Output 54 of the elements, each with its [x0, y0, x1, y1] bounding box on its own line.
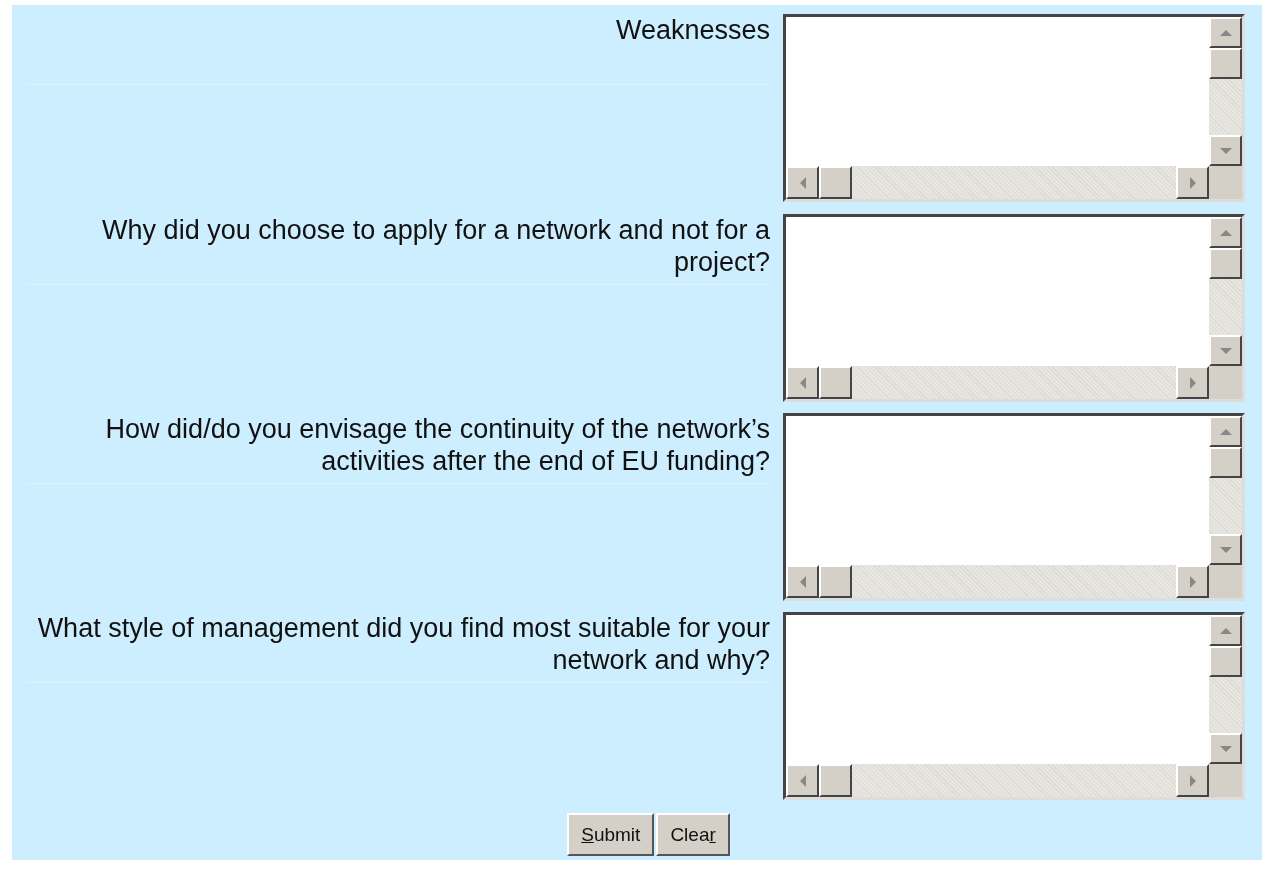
- scroll-thumb[interactable]: [1209, 646, 1242, 677]
- form-button[interactable]: Submit: [567, 813, 655, 856]
- scroll-right-button[interactable]: [1176, 764, 1209, 797]
- right-triangle-icon: [1188, 574, 1197, 589]
- scroll-down-button[interactable]: [1209, 135, 1242, 166]
- form-button[interactable]: Clear: [656, 813, 730, 856]
- scroll-left-button[interactable]: [786, 764, 819, 797]
- question-label: Why did you choose to apply for a network and not for a project?: [101, 214, 770, 278]
- scrollbar-corner: [1209, 764, 1242, 797]
- scrollbar-corner: [1209, 366, 1242, 399]
- text-area-field[interactable]: [783, 413, 1245, 601]
- scroll-down-button[interactable]: [1209, 733, 1242, 764]
- scroll-down-button[interactable]: [1209, 534, 1242, 565]
- question-label: How did/do you envisage the continuity of the network’s activities after the end of EU funding?: [104, 413, 770, 477]
- scroll-down-button[interactable]: [1209, 335, 1242, 366]
- left-triangle-icon: [798, 175, 807, 190]
- down-triangle-icon: [1218, 545, 1233, 554]
- scroll-thumb[interactable]: [1209, 447, 1242, 478]
- scroll-up-button[interactable]: [1209, 615, 1242, 646]
- right-triangle-icon: [1188, 175, 1197, 190]
- question-label: What style of management did you find most suitable for your network and why?: [36, 612, 770, 676]
- scrollbar-corner: [1209, 166, 1242, 199]
- scroll-right-button[interactable]: [1176, 565, 1209, 598]
- scroll-right-button[interactable]: [1176, 366, 1209, 399]
- scroll-up-button[interactable]: [1209, 217, 1242, 248]
- left-triangle-icon: [798, 375, 807, 390]
- left-triangle-icon: [798, 773, 807, 788]
- up-triangle-icon: [1218, 228, 1233, 237]
- scroll-right-button[interactable]: [1176, 166, 1209, 199]
- down-triangle-icon: [1218, 346, 1233, 355]
- scroll-left-button[interactable]: [786, 366, 819, 399]
- scroll-left-button[interactable]: [786, 166, 819, 199]
- text-area-field[interactable]: [783, 612, 1245, 800]
- scroll-thumb[interactable]: [819, 764, 852, 797]
- left-triangle-icon: [798, 574, 807, 589]
- scroll-thumb[interactable]: [1209, 48, 1242, 79]
- scroll-thumb[interactable]: [819, 166, 852, 199]
- up-triangle-icon: [1218, 626, 1233, 635]
- scrollbar-corner: [1209, 565, 1242, 598]
- up-triangle-icon: [1218, 28, 1233, 37]
- down-triangle-icon: [1218, 744, 1233, 753]
- scroll-thumb[interactable]: [819, 565, 852, 598]
- text-area-field[interactable]: [783, 14, 1245, 202]
- right-triangle-icon: [1188, 375, 1197, 390]
- up-triangle-icon: [1218, 427, 1233, 436]
- scroll-left-button[interactable]: [786, 565, 819, 598]
- text-area-field[interactable]: [783, 214, 1245, 402]
- scroll-up-button[interactable]: [1209, 17, 1242, 48]
- question-label: Weaknesses: [615, 14, 770, 46]
- scroll-thumb[interactable]: [1209, 248, 1242, 279]
- right-triangle-icon: [1188, 773, 1197, 788]
- down-triangle-icon: [1218, 146, 1233, 155]
- scroll-up-button[interactable]: [1209, 416, 1242, 447]
- scroll-thumb[interactable]: [819, 366, 852, 399]
